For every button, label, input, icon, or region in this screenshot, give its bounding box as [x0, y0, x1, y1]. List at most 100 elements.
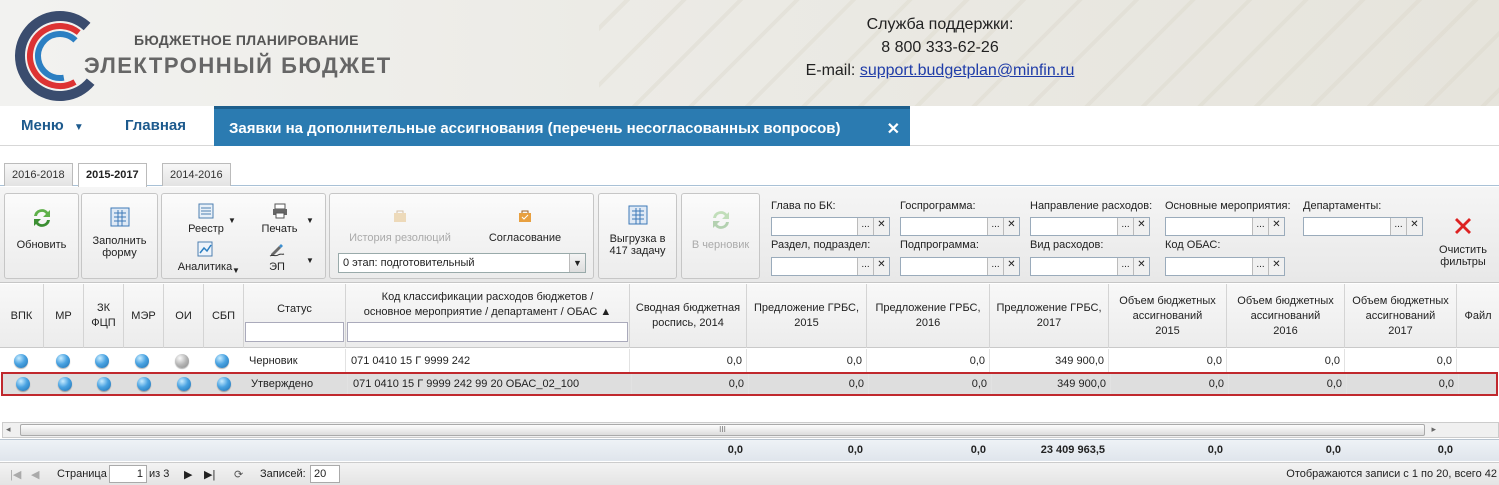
filter-head-bk-pick[interactable]: ...: [857, 218, 873, 235]
filter-gosprog-pick[interactable]: ...: [987, 218, 1003, 235]
col-volume-2015[interactable]: Объем бюджетных ассигнований 2015: [1109, 284, 1227, 348]
col-grbs-2016[interactable]: Предложение ГРБС, 2016: [867, 284, 990, 348]
registry-icon: [198, 203, 214, 219]
col-grbs17-line2: 2017: [1036, 317, 1062, 329]
refresh-icon[interactable]: ⟳: [234, 468, 243, 481]
filter-departments-pick[interactable]: ...: [1390, 218, 1406, 235]
mr-status-icon[interactable]: [56, 354, 70, 368]
registry-button[interactable]: Реестр: [176, 202, 236, 235]
filter-subprog-clear[interactable]: ✕: [1003, 258, 1019, 275]
col-sbp[interactable]: СБП: [204, 284, 244, 348]
pagination-bar: |◀ ◀ Страница 1 из 3 ▶ ▶| ⟳ Записей: 20 …: [0, 462, 1499, 485]
refresh-button[interactable]: Обновить: [5, 206, 78, 251]
filter-head-bk-clear[interactable]: ✕: [873, 218, 889, 235]
mer-status-icon[interactable]: [135, 354, 149, 368]
support-email-row: E-mail: support.budgetplan@minfin.ru: [790, 59, 1090, 82]
col-grbs-2017[interactable]: Предложение ГРБС, 2017: [990, 284, 1109, 348]
print-dropdown-icon[interactable]: ▼: [306, 216, 314, 225]
filter-main-events-input[interactable]: ... ✕: [1165, 217, 1285, 236]
filter-main-events-pick[interactable]: ...: [1252, 218, 1268, 235]
filter-gosprog-clear[interactable]: ✕: [1003, 218, 1019, 235]
col-zk[interactable]: ЗК ФЦП: [84, 284, 124, 348]
filter-direction-input[interactable]: ... ✕: [1030, 217, 1150, 236]
filter-section-pick[interactable]: ...: [857, 258, 873, 275]
filter-obas-input[interactable]: ... ✕: [1165, 257, 1285, 276]
filter-departments-clear[interactable]: ✕: [1406, 218, 1422, 235]
oi-status-icon[interactable]: [175, 354, 189, 368]
first-page-icon[interactable]: |◀: [10, 468, 21, 481]
mer-status-icon[interactable]: [137, 377, 151, 391]
mr-status-icon[interactable]: [58, 377, 72, 391]
approval-button[interactable]: Согласование: [480, 208, 570, 244]
col-mer[interactable]: МЭР: [124, 284, 164, 348]
export-button[interactable]: Выгрузка в 417 задачу: [599, 204, 676, 257]
filter-obas-clear[interactable]: ✕: [1268, 258, 1284, 275]
horizontal-scrollbar[interactable]: ◂ III ▸: [2, 422, 1499, 438]
next-page-icon[interactable]: ▶: [184, 468, 192, 481]
filter-section-input[interactable]: ... ✕: [771, 257, 890, 276]
analytics-dropdown-icon[interactable]: ▼: [232, 266, 240, 275]
ep-button[interactable]: ЭП: [257, 240, 297, 273]
vpk-status-icon[interactable]: [16, 377, 30, 391]
filter-main-events-clear[interactable]: ✕: [1268, 218, 1284, 235]
table-row[interactable]: Черновик 071 0410 15 Г 9999 242 0,0 0,0 …: [0, 349, 1499, 373]
filter-gosprog-input[interactable]: ... ✕: [900, 217, 1020, 236]
tab-active-requests[interactable]: Заявки на дополнительные ассигнования (п…: [214, 106, 910, 146]
page-number-input[interactable]: 1: [109, 465, 147, 483]
filter-departments-input[interactable]: ... ✕: [1303, 217, 1423, 236]
menu-button[interactable]: Меню ▼: [21, 117, 84, 134]
col-file[interactable]: Файл: [1457, 284, 1499, 348]
table-row-selected[interactable]: Утверждено 071 0410 15 Г 9999 242 99 20 …: [1, 372, 1498, 396]
code-filter-input[interactable]: [347, 322, 628, 342]
filter-expense-type-input[interactable]: ... ✕: [1030, 257, 1150, 276]
oi-status-icon[interactable]: [177, 377, 191, 391]
col-volume-2016[interactable]: Объем бюджетных ассигнований 2016: [1227, 284, 1345, 348]
zk-status-icon[interactable]: [97, 377, 111, 391]
col-grbs-2015[interactable]: Предложение ГРБС, 2015: [747, 284, 867, 348]
col-volume-2017[interactable]: Объем бюджетных ассигнований 2017: [1345, 284, 1457, 348]
status-filter-input[interactable]: [245, 322, 344, 342]
filter-subprog-input[interactable]: ... ✕: [900, 257, 1020, 276]
stage-select[interactable]: 0 этап: подготовительный ▼: [338, 253, 586, 273]
filter-direction-clear[interactable]: ✕: [1133, 218, 1149, 235]
filter-obas-pick[interactable]: ...: [1252, 258, 1268, 275]
zk-status-icon[interactable]: [95, 354, 109, 368]
col-svod[interactable]: Сводная бюджетная роспись, 2014: [630, 284, 747, 348]
records-per-page-input[interactable]: 20: [310, 465, 340, 483]
support-email-link[interactable]: support.budgetplan@minfin.ru: [860, 62, 1075, 79]
scroll-left-icon[interactable]: ◂: [6, 424, 11, 435]
filter-section-clear[interactable]: ✕: [873, 258, 889, 275]
ep-dropdown-icon[interactable]: ▼: [306, 256, 314, 265]
filter-head-bk-input[interactable]: ... ✕: [771, 217, 890, 236]
sbp-status-icon[interactable]: [215, 354, 229, 368]
analytics-button[interactable]: Аналитика: [170, 240, 240, 273]
filter-subprog-pick[interactable]: ...: [987, 258, 1003, 275]
close-icon[interactable]: ✕: [887, 119, 900, 139]
table-export-icon: [628, 205, 647, 225]
filter-subprog-label: Подпрограмма:: [900, 239, 979, 251]
scrollbar-thumb[interactable]: III: [20, 424, 1425, 436]
tab-year-2016-2018[interactable]: 2016-2018: [4, 163, 73, 186]
reports-group: Реестр ▼ Печать ▼ Аналитика ▼ ЭП ▼: [161, 193, 326, 279]
scroll-right-icon[interactable]: ▸: [1431, 424, 1436, 435]
registry-dropdown-icon[interactable]: ▼: [228, 216, 236, 225]
col-vpk[interactable]: ВПК: [0, 284, 44, 348]
last-page-icon[interactable]: ▶|: [204, 468, 215, 481]
nav-home-link[interactable]: Главная: [125, 117, 186, 134]
col-oi[interactable]: ОИ: [164, 284, 204, 348]
prev-page-icon[interactable]: ◀: [31, 468, 39, 481]
filter-direction-pick[interactable]: ...: [1117, 218, 1133, 235]
sbp-status-icon[interactable]: [217, 377, 231, 391]
print-button[interactable]: Печать: [252, 202, 307, 235]
fill-form-button[interactable]: Заполнить форму: [82, 206, 157, 259]
filter-expense-type-pick[interactable]: ...: [1117, 258, 1133, 275]
brand-title: ЭЛЕКТРОННЫЙ БЮДЖЕТ: [84, 53, 392, 78]
tab-year-2015-2017[interactable]: 2015-2017: [78, 163, 147, 187]
vpk-status-icon[interactable]: [14, 354, 28, 368]
to-draft-button[interactable]: В черновик: [682, 208, 759, 251]
clear-filters-button[interactable]: Очистить фильтры: [1430, 214, 1496, 268]
history-button[interactable]: История резолюций: [340, 208, 460, 244]
tab-year-2014-2016[interactable]: 2014-2016: [162, 163, 231, 186]
filter-expense-type-clear[interactable]: ✕: [1133, 258, 1149, 275]
col-mr[interactable]: МР: [44, 284, 84, 348]
